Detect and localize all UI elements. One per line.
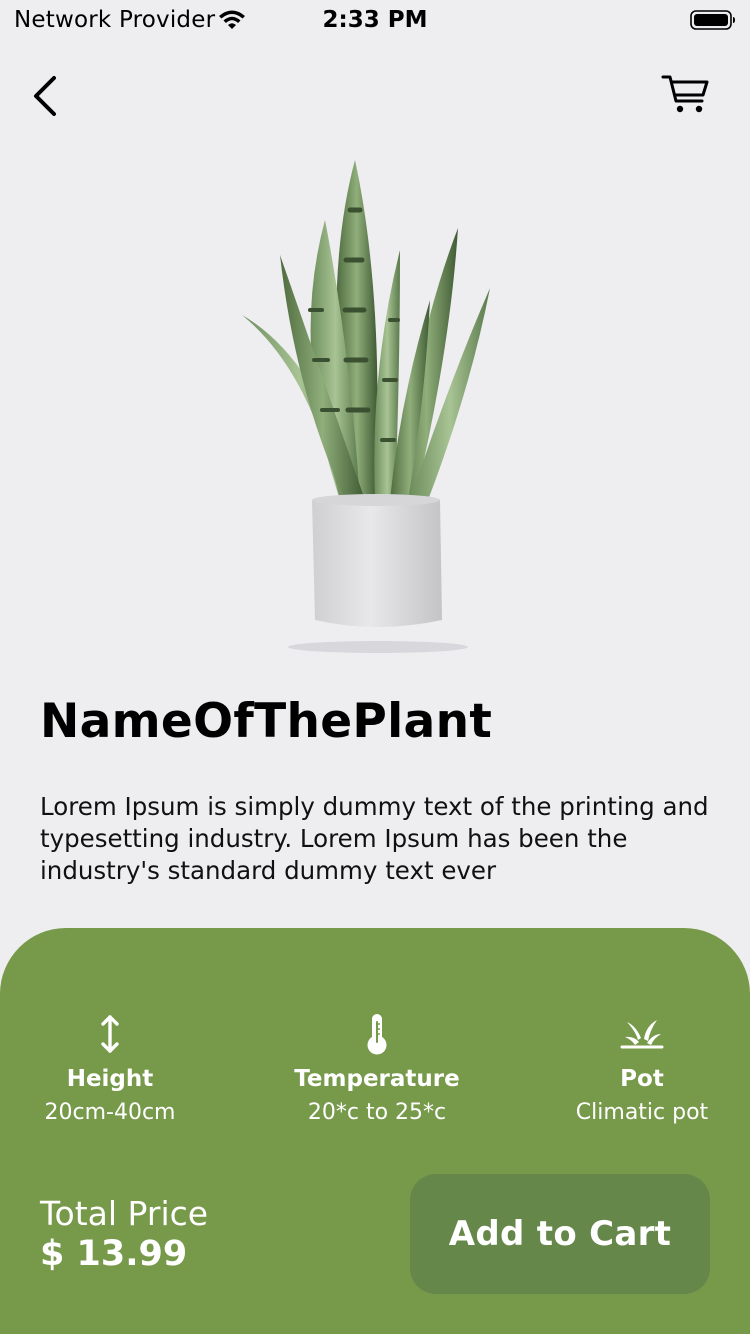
spec-value: 20cm-40cm [44, 1100, 176, 1125]
total-price-label: Total Price [40, 1194, 209, 1233]
battery-icon [690, 10, 735, 30]
spec-label: Pot [620, 1066, 664, 1092]
shopping-cart-icon [661, 75, 709, 113]
spec-value: Climatic pot [575, 1100, 709, 1125]
chevron-left-icon [34, 76, 56, 116]
spec-temperature: Temperature 20*c to 25*c [247, 1012, 507, 1125]
plant-description: Lorem Ipsum is simply dummy text of the … [40, 792, 709, 885]
spec-label: Height [66, 1066, 154, 1092]
spec-height: Height 20cm-40cm [0, 1012, 240, 1125]
spec-pot: Pot Climatic pot [512, 1012, 750, 1125]
back-button[interactable] [26, 72, 66, 120]
spec-label: Temperature [294, 1066, 460, 1092]
bottom-panel: Height 20cm-40cm Temperature 20*c to 25*… [0, 928, 750, 1334]
status-bar: Network Provider 2:33 PM [0, 0, 750, 40]
plant-image [242, 160, 490, 653]
vertical-arrows-icon [101, 1015, 119, 1053]
spec-value: 20*c to 25*c [307, 1100, 447, 1125]
add-to-cart-button[interactable]: Add to Cart [410, 1174, 710, 1294]
total-price-value: $ 13.99 [40, 1234, 188, 1274]
plant-name: NameOfThePlant [40, 694, 493, 749]
thermometer-icon [367, 1014, 387, 1055]
plant-pot-icon [620, 1020, 664, 1049]
status-time: 2:33 PM [322, 7, 428, 33]
cart-button[interactable] [660, 72, 712, 116]
